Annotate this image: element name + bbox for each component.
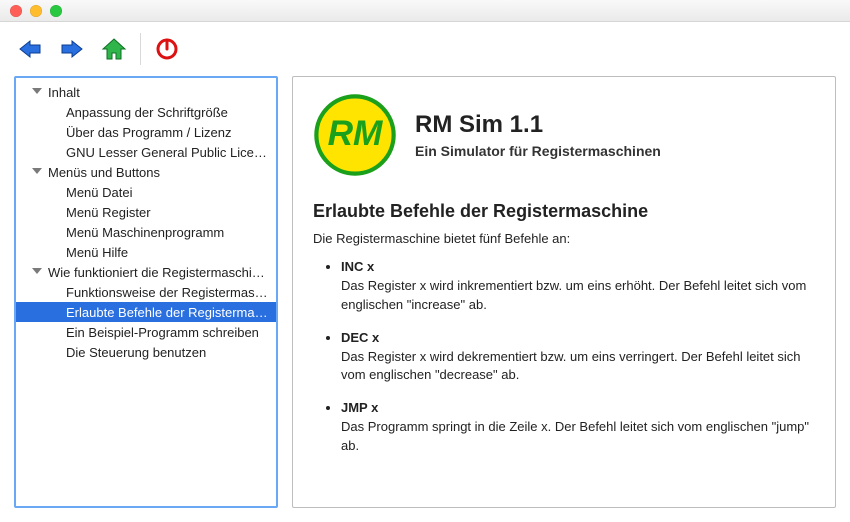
- command-item: DEC x Das Register x wird dekrementiert b…: [341, 329, 815, 386]
- disclosure-triangle-icon: [30, 86, 42, 98]
- home-button[interactable]: [98, 33, 130, 65]
- content-area: Inhalt Anpassung der Schriftgröße Über das…: [0, 76, 850, 522]
- nav-section[interactable]: Menüs und Buttons: [16, 162, 276, 182]
- titlebar: [0, 0, 850, 22]
- app-subtitle: Ein Simulator für Registermaschinen: [415, 143, 661, 159]
- nav-item-label: Ein Beispiel-Programm schreiben: [66, 325, 259, 340]
- command-item: INC x Das Register x wird inkrementiert b…: [341, 258, 815, 315]
- svg-text:RM: RM: [328, 114, 383, 153]
- nav-item-label: Menü Datei: [66, 185, 132, 200]
- nav-item-label: Anpassung der Schriftgröße: [66, 105, 228, 120]
- nav-item-label: Menü Register: [66, 205, 151, 220]
- nav-item[interactable]: Funktionsweise der Registermas…: [16, 282, 276, 302]
- window-minimize-button[interactable]: [30, 5, 42, 17]
- help-nav-tree[interactable]: Inhalt Anpassung der Schriftgröße Über das…: [14, 76, 278, 508]
- window-maximize-button[interactable]: [50, 5, 62, 17]
- nav-section-label: Inhalt: [48, 85, 80, 100]
- nav-item-label: Über das Programm / Lizenz: [66, 125, 231, 140]
- nav-item[interactable]: Über das Programm / Lizenz: [16, 122, 276, 142]
- power-button[interactable]: [151, 33, 183, 65]
- command-desc: Das Register x wird inkrementiert bzw. u…: [341, 278, 806, 312]
- app-logo: RM: [313, 93, 397, 177]
- toolbar-separator: [140, 33, 141, 65]
- toolbar: [0, 22, 850, 76]
- disclosure-triangle-icon: [30, 266, 42, 278]
- nav-section-label: Menüs und Buttons: [48, 165, 160, 180]
- command-desc: Das Programm springt in die Zeile x. Der…: [341, 419, 809, 453]
- home-icon: [101, 36, 127, 62]
- nav-item[interactable]: Die Steuerung benutzen: [16, 342, 276, 362]
- disclosure-triangle-icon: [30, 166, 42, 178]
- command-item: JMP x Das Programm springt in die Zeile x…: [341, 399, 815, 456]
- nav-item[interactable]: Erlaubte Befehle der Registerma…: [16, 302, 276, 322]
- command-name: INC x: [341, 259, 374, 274]
- nav-item-label: Menü Hilfe: [66, 245, 128, 260]
- nav-item-label: Funktionsweise der Registermas…: [66, 285, 268, 300]
- section-intro: Die Registermaschine bietet fünf Befehle…: [313, 230, 815, 248]
- section-heading: Erlaubte Befehle der Registermaschine: [313, 201, 815, 222]
- nav-section[interactable]: Wie funktioniert die Registermaschi…: [16, 262, 276, 282]
- window-close-button[interactable]: [10, 5, 22, 17]
- nav-section-label: Wie funktioniert die Registermaschi…: [48, 265, 265, 280]
- hero: RM RM Sim 1.1 Ein Simulator für Register…: [313, 93, 815, 177]
- forward-button[interactable]: [56, 33, 88, 65]
- nav-item[interactable]: Menü Maschinenprogramm: [16, 222, 276, 242]
- nav-item-label: Die Steuerung benutzen: [66, 345, 206, 360]
- command-name: JMP x: [341, 400, 378, 415]
- app-title: RM Sim 1.1: [415, 111, 661, 139]
- nav-item-label: Erlaubte Befehle der Registerma…: [66, 305, 268, 320]
- help-detail-pane: RM RM Sim 1.1 Ein Simulator für Register…: [292, 76, 836, 508]
- command-desc: Das Register x wird dekrementiert bzw. u…: [341, 349, 801, 383]
- arrow-right-icon: [59, 36, 85, 62]
- nav-item-label: GNU Lesser General Public Lice…: [66, 145, 267, 160]
- nav-item[interactable]: Menü Datei: [16, 182, 276, 202]
- arrow-left-icon: [17, 36, 43, 62]
- nav-item[interactable]: GNU Lesser General Public Lice…: [16, 142, 276, 162]
- command-name: DEC x: [341, 330, 379, 345]
- back-button[interactable]: [14, 33, 46, 65]
- nav-item[interactable]: Menü Register: [16, 202, 276, 222]
- command-list: INC x Das Register x wird inkrementiert b…: [313, 258, 815, 456]
- power-icon: [155, 37, 179, 61]
- nav-item[interactable]: Menü Hilfe: [16, 242, 276, 262]
- nav-section[interactable]: Inhalt: [16, 82, 276, 102]
- nav-item[interactable]: Anpassung der Schriftgröße: [16, 102, 276, 122]
- nav-item-label: Menü Maschinenprogramm: [66, 225, 224, 240]
- nav-item[interactable]: Ein Beispiel-Programm schreiben: [16, 322, 276, 342]
